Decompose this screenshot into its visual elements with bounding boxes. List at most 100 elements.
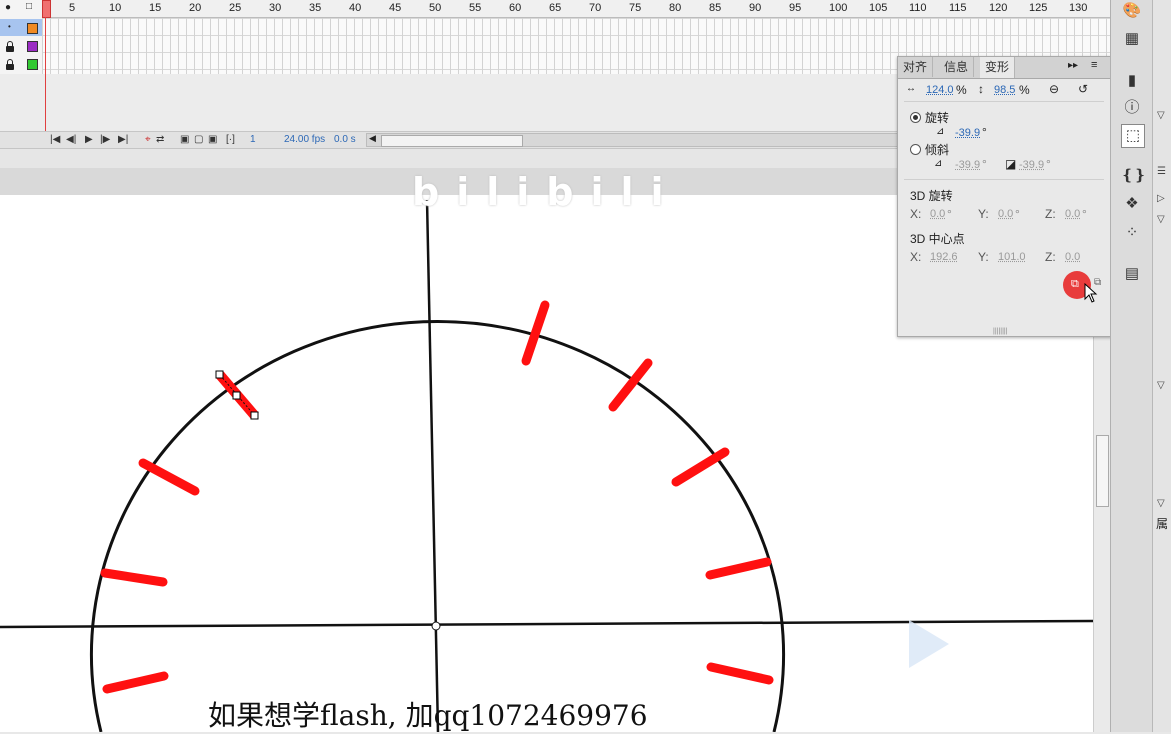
collapse-arrow-icon[interactable]: ▽ xyxy=(1157,214,1165,225)
frame-number: 30 xyxy=(269,2,282,14)
frame-number: 70 xyxy=(589,2,602,14)
mouse-cursor-icon xyxy=(1084,283,1098,303)
reset-scale-icon[interactable]: ↺ xyxy=(1078,82,1088,96)
frame-number: 40 xyxy=(349,2,362,14)
rotate3d-x-field[interactable]: 0.0 xyxy=(930,208,945,220)
center3d-x-field[interactable]: 192.6 xyxy=(930,251,958,263)
frame-number: 35 xyxy=(309,2,322,14)
play-arrow-icon[interactable]: ▷ xyxy=(1157,193,1165,204)
paint-palette-icon[interactable]: 🎨 xyxy=(1121,0,1143,22)
collapse-arrow-icon[interactable]: ▽ xyxy=(1157,380,1165,391)
clock-tick[interactable] xyxy=(705,557,772,580)
vertical-line[interactable] xyxy=(425,199,440,732)
bilibili-watermark: bilibili xyxy=(412,170,681,214)
collapse-arrow-icon[interactable]: ▽ xyxy=(1157,498,1165,509)
tab-info[interactable]: 信息 xyxy=(939,57,975,77)
center-frame-icon[interactable]: ⌖ xyxy=(145,134,151,145)
frame-number: 25 xyxy=(229,2,242,14)
skew-v-field[interactable]: -39.9 xyxy=(1019,159,1044,171)
frame-number: 130 xyxy=(1069,2,1088,14)
frame-ruler[interactable]: 1510152025303540455055606570758085909510… xyxy=(42,0,1110,18)
frame-number: 50 xyxy=(429,2,442,14)
motion-presets-icon[interactable]: ⁘ xyxy=(1121,222,1143,244)
components-icon[interactable]: ❖ xyxy=(1121,193,1143,215)
play-button[interactable]: ▶ xyxy=(85,134,93,145)
rotate-radio[interactable] xyxy=(910,112,921,123)
lock-all-icon[interactable]: ● xyxy=(5,2,11,14)
playhead[interactable] xyxy=(42,0,51,18)
layer-color-swatch[interactable] xyxy=(27,41,38,52)
transform-icon[interactable]: ⬚ xyxy=(1121,124,1145,148)
expand-icon[interactable]: ☰ xyxy=(1157,166,1166,177)
tab-align[interactable]: 对齐 xyxy=(898,57,934,77)
layer-list: ● □ • xyxy=(0,0,43,74)
library-icon[interactable]: ▤ xyxy=(1121,263,1143,285)
fps-field[interactable]: 24.00 fps xyxy=(284,134,325,145)
layer-row[interactable] xyxy=(0,55,42,72)
info-icon[interactable]: ⓘ xyxy=(1121,97,1143,119)
separator xyxy=(904,179,1104,180)
center3d-y-field[interactable]: 101.0 xyxy=(998,251,1026,263)
degree-label: ° xyxy=(982,157,987,171)
prev-frame-button[interactable]: ◀| xyxy=(66,134,76,145)
properties-tab[interactable]: 属 xyxy=(1156,515,1168,532)
skew-radio[interactable] xyxy=(910,144,921,155)
scroll-thumb[interactable] xyxy=(381,135,523,147)
transform-handle[interactable] xyxy=(250,411,259,420)
transform-handle[interactable] xyxy=(215,370,224,379)
layer-row[interactable]: • xyxy=(0,19,42,36)
clock-tick[interactable] xyxy=(102,671,169,694)
clock-tick[interactable] xyxy=(100,568,168,587)
loop-icon[interactable]: ⇄ xyxy=(156,134,164,145)
onion-skin-icon[interactable]: ▣ xyxy=(180,134,189,145)
code-snippet-icon[interactable]: ❴❵ xyxy=(1121,165,1146,187)
first-frame-button[interactable]: |◀ xyxy=(50,134,60,145)
elapsed-time: 0.0 s xyxy=(334,134,356,145)
clock-tick[interactable] xyxy=(706,662,774,685)
rotate-field[interactable]: -39.9 xyxy=(955,127,980,139)
layer-color-swatch[interactable] xyxy=(27,23,38,34)
panel-menu-icon[interactable]: ≡ xyxy=(1091,59,1097,71)
outline-all-icon[interactable]: □ xyxy=(26,1,32,13)
lock-icon[interactable] xyxy=(6,59,14,70)
tab-transform[interactable]: 变形 xyxy=(980,57,1016,78)
scale-height-field[interactable]: 98.5 xyxy=(994,84,1015,96)
swatches-grid-icon[interactable]: ▦ xyxy=(1121,28,1143,50)
rotate3d-z-field[interactable]: 0.0 xyxy=(1065,208,1080,220)
collapse-arrow-icon[interactable]: ▽ xyxy=(1157,110,1165,121)
axis-y-label: Y: xyxy=(978,250,989,264)
width-scale-icon: ↔ xyxy=(906,83,916,94)
panel-tabs: 对齐 信息 变形 ▸▸ ≡ xyxy=(898,57,1111,79)
transform-handle[interactable] xyxy=(232,391,241,400)
skew-h-field[interactable]: -39.9 xyxy=(955,159,980,171)
degree-label: ° xyxy=(1015,207,1020,221)
rotate-angle-icon: ⊿ xyxy=(936,126,945,137)
edit-multiple-icon[interactable]: ▣ xyxy=(208,134,217,145)
scale-width-field[interactable]: 124.0 xyxy=(926,84,954,96)
current-frame-field[interactable]: 1 xyxy=(250,134,256,145)
scroll-left-icon[interactable]: ◀ xyxy=(369,133,376,144)
lock-icon[interactable] xyxy=(6,41,14,52)
layer-color-swatch[interactable] xyxy=(27,59,38,70)
frame-number: 15 xyxy=(149,2,162,14)
constrain-icon[interactable]: ⊖ xyxy=(1049,82,1059,96)
axis-z-label: Z: xyxy=(1045,207,1056,221)
frame-number: 120 xyxy=(989,2,1008,14)
clock-tick[interactable] xyxy=(138,458,200,496)
clock-tick[interactable] xyxy=(671,447,730,487)
resize-grip-icon[interactable]: |||||||| xyxy=(993,328,1008,335)
frame-number: 125 xyxy=(1029,2,1048,14)
center3d-z-field[interactable]: 0.0 xyxy=(1065,251,1080,263)
transform-center-point[interactable] xyxy=(431,621,441,631)
scroll-thumb[interactable] xyxy=(1096,435,1109,507)
collapse-icon[interactable]: ▸▸ xyxy=(1068,60,1078,71)
onion-markers-icon[interactable]: [·] xyxy=(226,134,235,145)
rotate3d-y-field[interactable]: 0.0 xyxy=(998,208,1013,220)
panel-dock-toolbar: 🎨 ▦ ▮ ⓘ ⬚ ❴❵ ❖ ⁘ ▤ xyxy=(1110,0,1153,732)
last-frame-button[interactable]: ▶| xyxy=(118,134,128,145)
frame-number: 100 xyxy=(829,2,848,14)
layer-row[interactable] xyxy=(0,37,42,54)
align-icon[interactable]: ▮ xyxy=(1121,70,1143,92)
onion-outline-icon[interactable]: ▢ xyxy=(194,134,203,145)
next-frame-button[interactable]: |▶ xyxy=(100,134,110,145)
